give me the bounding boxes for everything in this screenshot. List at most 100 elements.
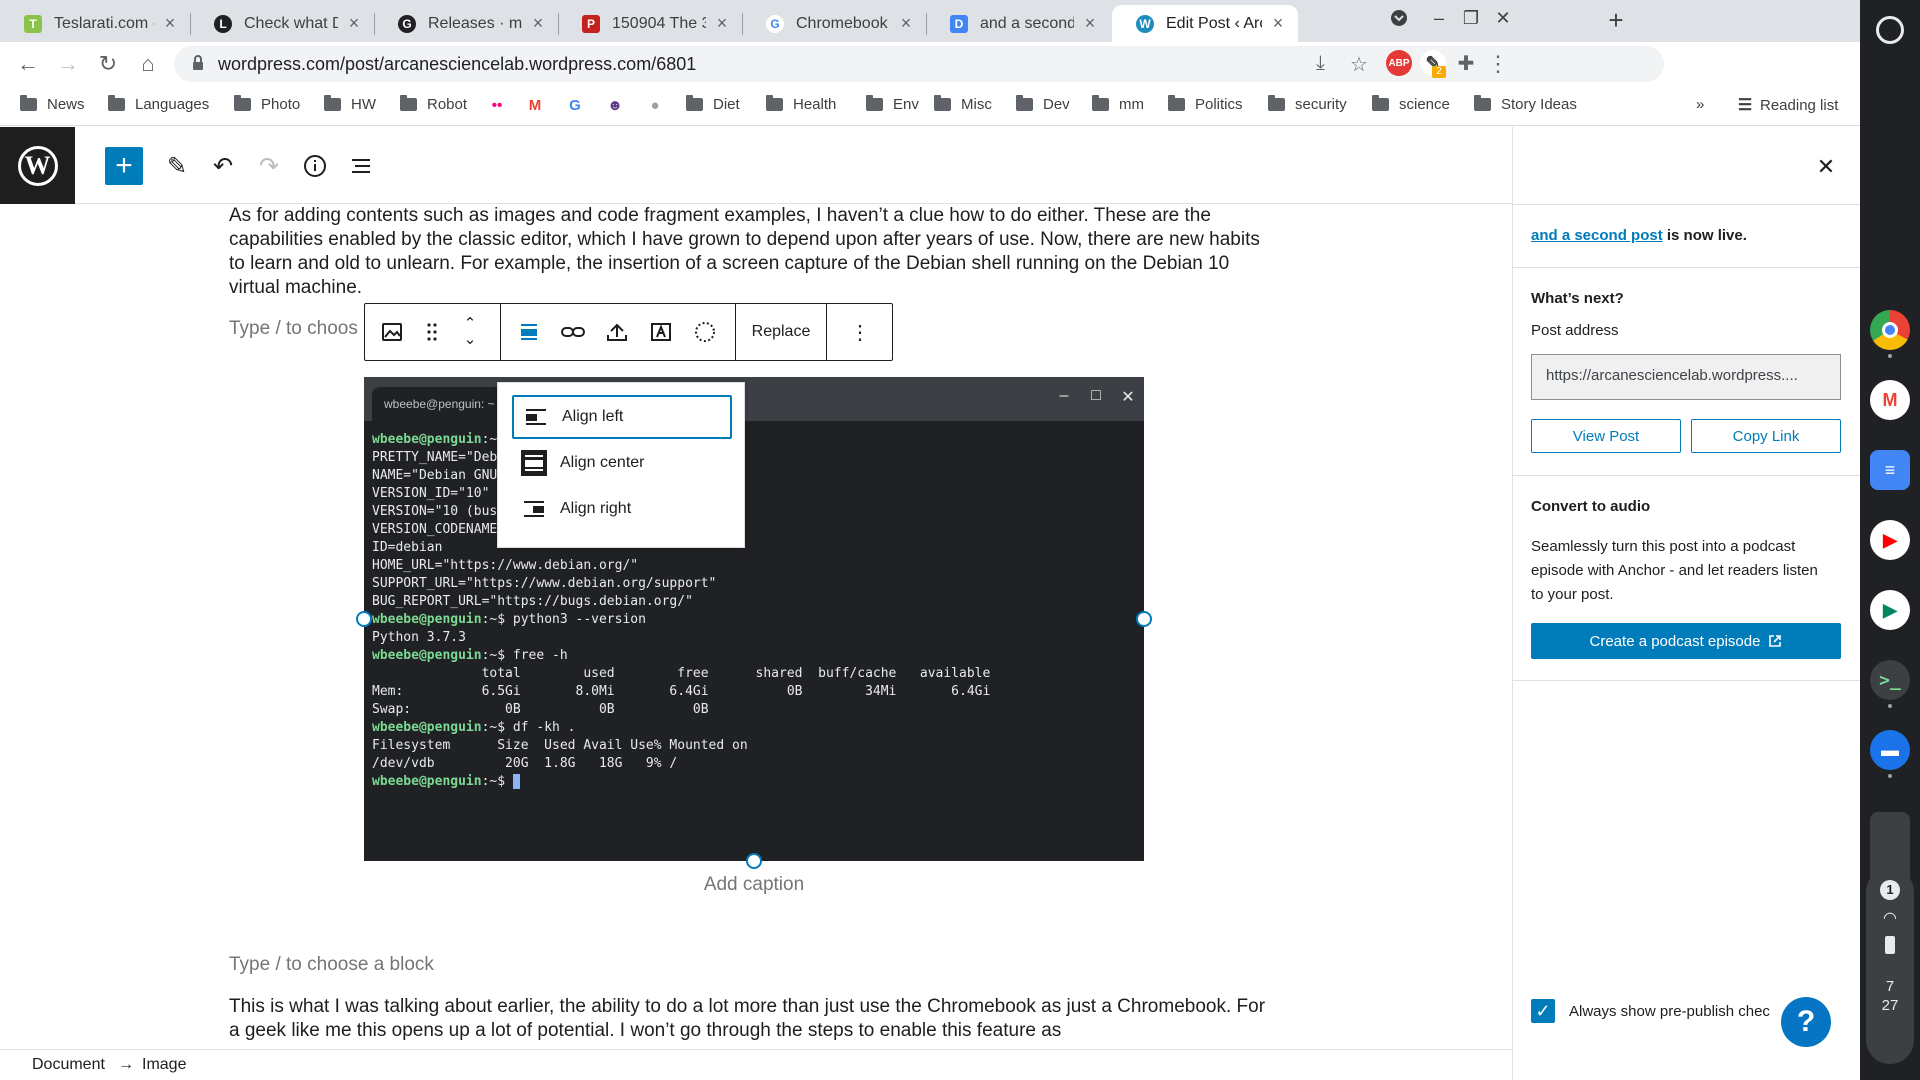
bookmark-misc[interactable]: Misc xyxy=(934,95,992,113)
bookmark-dev[interactable]: Dev xyxy=(1016,95,1070,113)
home-icon[interactable]: ⌂ xyxy=(134,50,162,78)
reload-icon[interactable]: ↻ xyxy=(94,50,122,78)
list-view-icon[interactable] xyxy=(342,147,380,185)
bookmark-robot[interactable]: Robot xyxy=(400,95,467,113)
back-icon[interactable]: ← xyxy=(14,50,42,78)
close-tab-icon[interactable]: × xyxy=(1080,13,1100,34)
resize-handle-left[interactable] xyxy=(356,611,372,627)
tab-search-icon[interactable] xyxy=(1384,8,1414,33)
tab-teslarati[interactable]: T Teslarati.com - Tesla N × xyxy=(0,5,190,42)
close-window-icon[interactable]: ✕ xyxy=(1488,8,1518,29)
bookmark-politics[interactable]: Politics xyxy=(1168,95,1243,113)
terminal-text: VERSION="10 (bus xyxy=(372,504,498,519)
minimize-icon[interactable]: – xyxy=(1424,8,1454,29)
youtube-app-icon[interactable]: ▶ xyxy=(1870,520,1910,560)
bookmark-hw[interactable]: HW xyxy=(324,95,376,113)
align-icon[interactable] xyxy=(511,304,547,360)
breadcrumb-image[interactable]: Image xyxy=(142,1056,186,1074)
bookmark-diet[interactable]: Diet xyxy=(686,95,740,113)
image-block-type-icon[interactable] xyxy=(373,304,411,360)
bookmark-alien-icon[interactable]: ☻ xyxy=(606,96,630,114)
terminal-screenshot-image[interactable]: wbeebe@penguin: ~ – □ ✕ wbeebe@penguin:~… xyxy=(364,377,1144,861)
install-app-icon[interactable]: ⤓ xyxy=(1316,52,1325,75)
maximize-icon[interactable]: ❐ xyxy=(1456,8,1486,29)
resize-handle-right[interactable] xyxy=(1136,611,1152,627)
tab-chromebook-keyboard[interactable]: G Chromebook keyboar × xyxy=(742,5,926,42)
tab-google-doc[interactable]: D and a second post - G × xyxy=(926,5,1110,42)
gmail-app-icon[interactable]: M xyxy=(1870,380,1910,420)
bookmark-google-icon[interactable]: G xyxy=(566,96,590,114)
terminal-app-icon[interactable]: >_ xyxy=(1870,660,1910,700)
text-overlay-icon[interactable] xyxy=(643,304,679,360)
bookmark-languages[interactable]: Languages xyxy=(108,95,209,113)
drag-handle-icon[interactable] xyxy=(417,304,447,360)
bookmark-health[interactable]: Health xyxy=(766,95,836,113)
new-tab-icon[interactable]: + xyxy=(1600,5,1632,36)
help-button[interactable]: ? xyxy=(1781,997,1831,1047)
block-options-icon[interactable]: ⋮ xyxy=(835,304,885,360)
bookmarks-overflow-icon[interactable]: » xyxy=(1696,96,1704,113)
view-post-button[interactable]: View Post xyxy=(1531,419,1681,453)
duotone-icon[interactable] xyxy=(687,304,723,360)
close-tab-icon[interactable]: × xyxy=(712,13,732,34)
always-show-prepublish-checkbox[interactable]: ✓ xyxy=(1531,999,1555,1023)
status-tray[interactable]: 1 ◠ 7 27 xyxy=(1866,868,1914,1064)
bookmark-story-ideas[interactable]: Story Ideas xyxy=(1474,95,1577,113)
paragraph-block[interactable]: As for adding contents such as images an… xyxy=(229,204,1269,300)
more-menu-icon[interactable]: ⋮ xyxy=(1484,50,1512,78)
bookmark-mm[interactable]: mm xyxy=(1092,95,1144,113)
empty-block-placeholder[interactable]: Type / to choos xyxy=(229,318,358,340)
extensions-puzzle-icon[interactable]: ✚ xyxy=(1452,50,1480,78)
bookmark-star-icon[interactable]: ☆ xyxy=(1350,52,1368,77)
link-icon[interactable] xyxy=(555,304,591,360)
details-info-icon[interactable] xyxy=(296,147,334,185)
breadcrumb-document[interactable]: Document xyxy=(32,1056,105,1074)
bookmark-news[interactable]: News xyxy=(20,95,85,113)
bookmark-security[interactable]: security xyxy=(1268,95,1347,113)
bookmark-apple-icon[interactable]: ● xyxy=(646,96,670,114)
resize-handle-bottom[interactable] xyxy=(746,853,762,869)
adblock-extension-icon[interactable]: ABP xyxy=(1386,50,1412,76)
close-panel-icon[interactable]: ✕ xyxy=(1813,154,1839,180)
bookmark-env[interactable]: Env xyxy=(866,95,919,113)
docs-app-icon[interactable]: ≡ xyxy=(1870,450,1910,490)
create-podcast-button[interactable]: Create a podcast episode xyxy=(1531,623,1841,659)
redo-icon[interactable]: ↷ xyxy=(250,147,288,185)
undo-icon[interactable]: ↶ xyxy=(204,147,242,185)
files-app-icon[interactable]: ▬ xyxy=(1870,730,1910,770)
tab-micropython-releases[interactable]: G Releases · micropytho × xyxy=(374,5,558,42)
bookmark-gmail-icon[interactable]: M xyxy=(526,96,550,114)
align-center-option[interactable]: Align center xyxy=(512,441,732,485)
move-up-down-icon[interactable]: ⌃ ⌄ xyxy=(455,304,485,360)
paragraph-block[interactable]: This is what I was talking about earlier… xyxy=(229,995,1269,1043)
bookmark-science[interactable]: science xyxy=(1372,95,1450,113)
tab-debian-version[interactable]: L Check what Debian ve × xyxy=(190,5,374,42)
close-tab-icon[interactable]: × xyxy=(896,13,916,34)
close-tab-icon[interactable]: × xyxy=(1268,13,1288,34)
play-store-app-icon[interactable]: ▶ xyxy=(1870,590,1910,630)
post-address-field[interactable]: https://arcanesciencelab.wordpress.... xyxy=(1531,354,1841,400)
replace-button[interactable]: Replace xyxy=(736,304,826,360)
post-title-link[interactable]: and a second post xyxy=(1531,227,1663,244)
upload-icon[interactable] xyxy=(599,304,635,360)
bookmark-flickr-icon[interactable]: •• xyxy=(488,96,512,114)
image-caption-input[interactable]: Add caption xyxy=(364,874,1144,896)
close-tab-icon[interactable]: × xyxy=(160,13,180,34)
reading-list-button[interactable]: ☰ Reading list xyxy=(1736,96,1839,115)
close-tab-icon[interactable]: × xyxy=(528,13,548,34)
tab-photo-post[interactable]: P 150904 The 35-100 f/ × xyxy=(558,5,742,42)
chrome-app-icon[interactable] xyxy=(1870,310,1910,350)
copy-link-button[interactable]: Copy Link xyxy=(1691,419,1841,453)
align-right-option[interactable]: Align right xyxy=(512,487,732,531)
align-left-option[interactable]: Align left xyxy=(512,395,732,439)
github-favicon-icon: G xyxy=(398,14,416,33)
add-block-button[interactable]: + xyxy=(105,147,143,185)
launcher-icon[interactable] xyxy=(1876,16,1904,44)
tools-pencil-icon[interactable]: ✎ xyxy=(158,147,196,185)
empty-block-placeholder[interactable]: Type / to choose a block xyxy=(229,954,434,976)
tab-edit-post[interactable]: W Edit Post ‹ Arcane Sci × xyxy=(1112,5,1298,42)
wordpress-logo-icon[interactable]: W xyxy=(0,127,75,204)
close-tab-icon[interactable]: × xyxy=(344,13,364,34)
bookmark-photo[interactable]: Photo xyxy=(234,95,300,113)
forward-icon[interactable]: → xyxy=(54,50,82,78)
